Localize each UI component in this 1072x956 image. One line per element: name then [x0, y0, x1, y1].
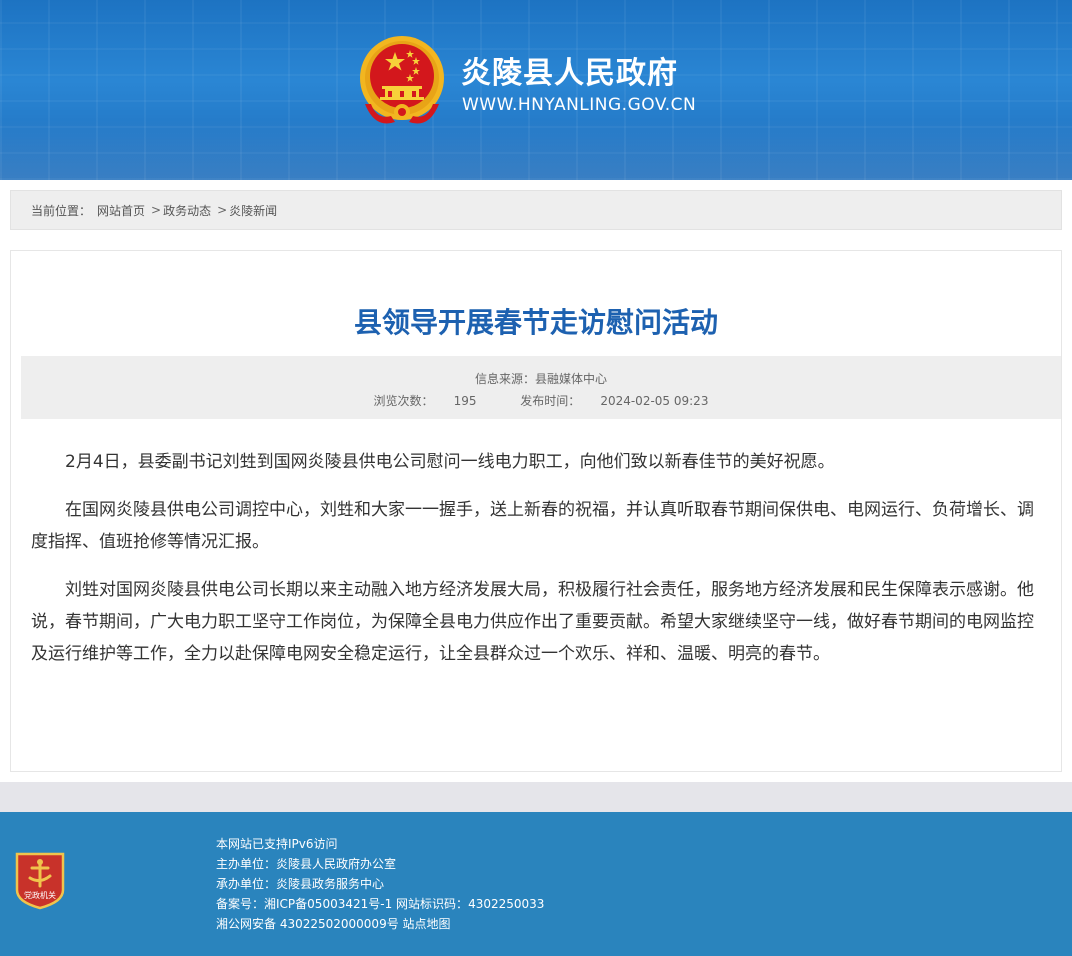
article-paragraph: 2月4日，县委副书记刘甡到国网炎陵县供电公司慰问一线电力职工，向他们致以新春佳节… [65, 452, 835, 472]
site-id-value: 4302250033 [468, 897, 545, 911]
host-label: 主办单位： [216, 857, 277, 871]
icp-record: 备案号：湘ICP备05003421号-1 网站标识码：4302250033 [216, 894, 544, 914]
site-url[interactable]: WWW.HNYANLING.GOV.CN [462, 95, 696, 115]
breadcrumb-item-government-news[interactable]: 政务动态 [163, 202, 211, 219]
organizer-value: 炎陵县政务服务中心 [276, 877, 385, 891]
source-value: 县融媒体中心 [535, 372, 608, 386]
ipv6-notice: 本网站已支持IPv6访问 [216, 837, 338, 851]
police-record: 湘公网安备 43022502000009号 站点地图 [216, 914, 544, 934]
organizer-label: 承办单位： [216, 877, 277, 891]
breadcrumb-separator: > [151, 203, 162, 217]
footer-separator-band [0, 782, 1072, 812]
views-label: 浏览次数： [373, 394, 434, 408]
article-paragraph: 刘甡对国网炎陵县供电公司长期以来主动融入地方经济发展大局，积极履行社会责任，服务… [31, 580, 1034, 664]
breadcrumb-label: 当前位置： [31, 203, 92, 218]
date-label: 发布时间： [520, 394, 581, 408]
breadcrumb-separator: > [217, 203, 228, 217]
article-source: 信息来源：县融媒体中心 [21, 370, 1061, 387]
site-header: 炎陵县人民政府 WWW.HNYANLING.GOV.CN [0, 0, 1072, 180]
article-paragraph: 在国网炎陵县供电公司调控中心，刘甡和大家一一握手，送上新春的祝福，并认真听取春节… [31, 500, 1034, 552]
sitemap-link[interactable]: 站点地图 [403, 917, 451, 931]
header-skyline [0, 120, 1072, 180]
date-value: 2024-02-05 09:23 [600, 394, 709, 408]
article-title: 县领导开展春节走访慰问活动 [353, 306, 718, 339]
site-footer: 党政机关 本网站已支持IPv6访问 主办单位：炎陵县人民政府办公室 承办单位：炎… [0, 812, 1072, 956]
article-meta: 信息来源：县融媒体中心 浏览次数： 195 发布时间： 2024-02-05 09:… [21, 356, 1061, 419]
source-label: 信息来源： [474, 372, 535, 386]
site-title[interactable]: 炎陵县人民政府 [461, 48, 678, 92]
breadcrumb: 当前位置： 网站首页 > 政务动态 > 炎陵新闻 [10, 190, 1062, 230]
national-emblem-icon[interactable] [355, 34, 449, 134]
organizer-unit: 承办单位：炎陵县政务服务中心 [216, 874, 544, 894]
host-value: 炎陵县人民政府办公室 [276, 857, 397, 871]
article-stats: 浏览次数： 195 发布时间： 2024-02-05 09:23 [21, 392, 1061, 409]
icp-link[interactable]: 湘ICP备05003421号-1 [264, 897, 392, 911]
badge-text: 党政机关 [24, 890, 56, 900]
article-container: 县领导开展春节走访慰问活动 信息来源：县融媒体中心 浏览次数： 195 发布时间：… [10, 250, 1062, 772]
views-value: 195 [453, 394, 477, 408]
footer-info: 本网站已支持IPv6访问 主办单位：炎陵县人民政府办公室 承办单位：炎陵县政务服… [216, 834, 544, 934]
icp-label: 备案号： [216, 897, 265, 911]
view-count: 浏览次数： 195 [364, 394, 487, 408]
breadcrumb-item-yanling-news[interactable]: 炎陵新闻 [229, 202, 277, 219]
host-unit: 主办单位：炎陵县人民政府办公室 [216, 854, 544, 874]
site-id-label: 网站标识码： [396, 897, 469, 911]
party-government-badge-icon[interactable]: 党政机关 [13, 850, 67, 910]
police-record-link[interactable]: 湘公网安备 43022502000009号 [216, 917, 399, 931]
article-body: 2月4日，县委副书记刘甡到国网炎陵县供电公司慰问一线电力职工，向他们致以新春佳节… [31, 446, 1041, 686]
breadcrumb-item-home[interactable]: 网站首页 [97, 202, 145, 219]
publish-date: 发布时间： 2024-02-05 09:23 [510, 394, 718, 408]
